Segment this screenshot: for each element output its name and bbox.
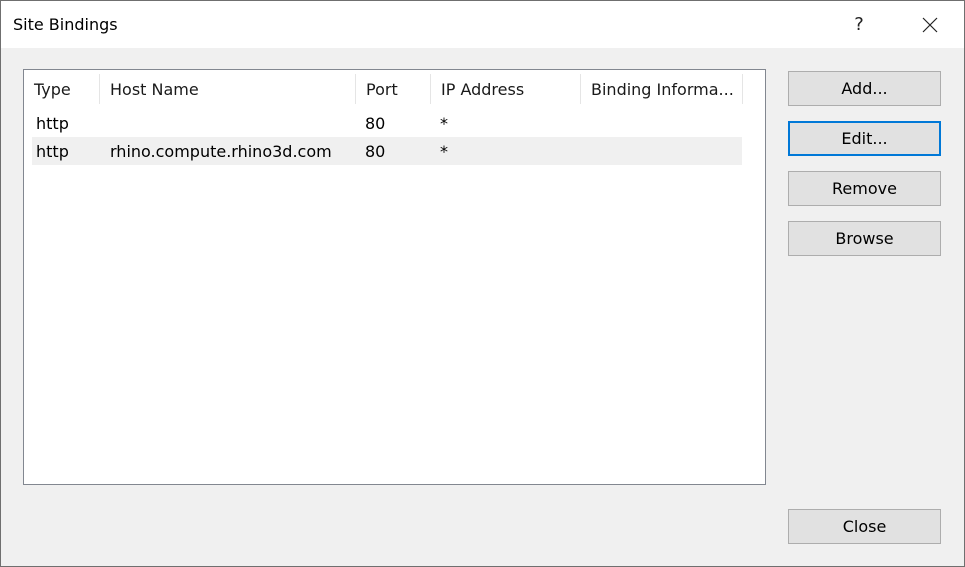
column-label: IP Address — [441, 79, 525, 99]
add-button[interactable]: Add... — [788, 71, 941, 106]
close-button[interactable]: Close — [788, 509, 941, 544]
help-button[interactable]: ? — [836, 1, 882, 48]
cell-host-name: rhino.compute.rhino3d.com — [110, 141, 332, 161]
cell-type: http — [36, 141, 69, 161]
column-label: Port — [366, 79, 398, 99]
edit-button[interactable]: Edit... — [788, 121, 941, 156]
site-bindings-dialog: Site Bindings ? Type Host Name Port IP A… — [0, 0, 965, 567]
column-header-ip-address[interactable]: IP Address — [431, 70, 581, 108]
dialog-client-area: Type Host Name Port IP Address Binding I… — [1, 48, 964, 566]
column-header-host-name[interactable]: Host Name — [100, 70, 356, 108]
column-header-binding-information[interactable]: Binding Informa... — [581, 70, 743, 108]
help-icon: ? — [854, 14, 864, 35]
cell-ip-address: * — [440, 141, 448, 161]
column-label: Binding Informa... — [591, 79, 734, 99]
table-row-selected[interactable]: http rhino.compute.rhino3d.com 80 * — [32, 137, 742, 165]
cell-port: 80 — [365, 141, 386, 161]
browse-button[interactable]: Browse — [788, 221, 941, 256]
title-close-button[interactable] — [907, 1, 953, 48]
bindings-list[interactable]: Type Host Name Port IP Address Binding I… — [23, 69, 766, 485]
column-label: Type — [34, 79, 71, 99]
table-row[interactable]: http 80 * — [32, 109, 742, 137]
column-header-type[interactable]: Type — [24, 70, 100, 108]
list-header: Type Host Name Port IP Address Binding I… — [24, 70, 765, 108]
cell-ip-address: * — [440, 113, 448, 133]
remove-button[interactable]: Remove — [788, 171, 941, 206]
column-header-port[interactable]: Port — [356, 70, 431, 108]
close-icon — [922, 17, 938, 32]
column-separator[interactable] — [742, 74, 743, 104]
cell-port: 80 — [365, 113, 386, 133]
dialog-title: Site Bindings — [13, 15, 118, 34]
title-bar: Site Bindings ? — [1, 1, 964, 48]
cell-type: http — [36, 113, 69, 133]
column-label: Host Name — [110, 79, 199, 99]
